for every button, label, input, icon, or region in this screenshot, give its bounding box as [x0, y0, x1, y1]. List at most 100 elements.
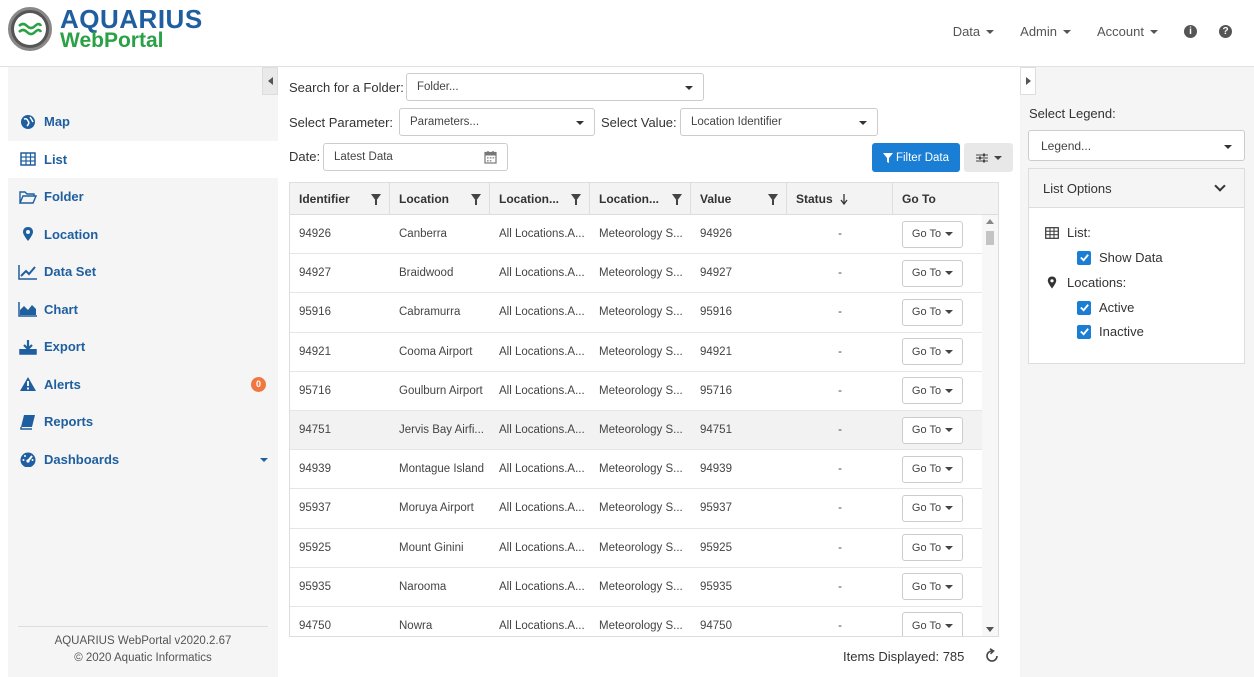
- go-to-button[interactable]: Go To: [902, 298, 963, 326]
- column-header-identifier[interactable]: Identifier: [290, 183, 390, 215]
- cell-identifier: 94751: [299, 424, 331, 437]
- table-row[interactable]: 94926 Canberra All Locations.A... Meteorolo…: [290, 215, 997, 255]
- help-icon[interactable]: ?: [1219, 25, 1232, 38]
- filter-icon[interactable]: [672, 194, 682, 205]
- nav-admin-menu[interactable]: Admin: [1020, 24, 1072, 39]
- cell-status: -: [838, 384, 842, 397]
- show-data-checkbox[interactable]: Show Data: [1077, 250, 1163, 265]
- cell-status: -: [838, 541, 842, 554]
- value-select[interactable]: Location Identifier: [680, 108, 878, 136]
- column-header-value[interactable]: Value: [691, 183, 787, 215]
- locations-option-label: Locations:: [1067, 275, 1127, 290]
- go-to-button[interactable]: Go To: [902, 377, 963, 405]
- parameter-select[interactable]: Parameters...: [399, 108, 595, 136]
- list-options-title: List Options: [1043, 180, 1112, 196]
- filter-icon[interactable]: [768, 194, 778, 205]
- table-row[interactable]: 94927 Braidwood All Locations.A... Meteorol…: [290, 254, 997, 294]
- cell-location-path: All Locations.A...: [499, 463, 585, 476]
- info-icon[interactable]: i: [1184, 25, 1197, 38]
- filter-icon[interactable]: [571, 194, 581, 205]
- cell-value: 94939: [700, 463, 732, 476]
- chevron-down-icon[interactable]: [1214, 180, 1226, 192]
- cell-status: -: [838, 345, 842, 358]
- table-row[interactable]: 94939 Montague Island All Locations.A... Me…: [290, 450, 997, 490]
- caret-down-icon: [859, 121, 867, 125]
- table-row[interactable]: 94750 Nowra All Locations.A... Meteorology …: [290, 607, 997, 636]
- sidebar-item-dashboards[interactable]: Dashboards: [8, 441, 278, 479]
- inactive-checkbox[interactable]: Inactive: [1077, 324, 1144, 339]
- refresh-icon[interactable]: [984, 648, 1000, 664]
- sidebar-item-label: Alerts: [44, 376, 81, 392]
- go-to-button[interactable]: Go To: [902, 259, 963, 287]
- warning-icon: [18, 376, 38, 392]
- go-to-button[interactable]: Go To: [902, 534, 963, 562]
- active-checkbox[interactable]: Active: [1077, 300, 1134, 315]
- sidebar-item-label: Reports: [44, 414, 94, 430]
- chevron-down-icon[interactable]: [260, 457, 268, 462]
- legend-select[interactable]: Legend...: [1028, 130, 1245, 161]
- scroll-thumb[interactable]: [986, 231, 994, 245]
- column-header-location-path[interactable]: Location...: [490, 183, 590, 215]
- table-row[interactable]: 94751 Jervis Bay Airfi... All Locations.A.…: [290, 410, 997, 451]
- go-to-label: Go To: [911, 267, 942, 280]
- folder-icon: [18, 190, 38, 204]
- nav-account-menu[interactable]: Account: [1097, 24, 1158, 39]
- table-row[interactable]: 95916 Cabramurra All Locations.A... Meteoro…: [290, 293, 997, 333]
- go-to-button[interactable]: Go To: [902, 220, 963, 248]
- sidebar-item-location[interactable]: Location: [8, 216, 278, 254]
- filter-icon[interactable]: [371, 194, 381, 205]
- table-row[interactable]: 95935 Narooma All Locations.A... Meteorolog…: [290, 568, 997, 607]
- cell-value: 95925: [700, 541, 732, 554]
- nav-data-menu[interactable]: Data: [953, 24, 995, 39]
- column-options-button[interactable]: [964, 143, 1013, 172]
- column-header-status[interactable]: Status: [787, 183, 893, 215]
- sidebar-item-label: Export: [44, 339, 86, 355]
- sidebar-item-folder[interactable]: Folder: [8, 178, 278, 216]
- cell-identifier: 94750: [299, 619, 331, 632]
- parameter-value: Parameters...: [410, 116, 480, 128]
- go-to-button[interactable]: Go To: [902, 455, 963, 483]
- sidebar-item-chart[interactable]: Chart: [8, 291, 278, 329]
- table-scrollbar[interactable]: [982, 215, 998, 636]
- go-to-label: Go To: [911, 345, 942, 358]
- globe-icon: [18, 114, 38, 130]
- cell-location: Canberra: [399, 228, 447, 241]
- app-logo[interactable]: AQUARIUS WebPortal: [8, 6, 203, 51]
- go-to-button[interactable]: Go To: [902, 494, 963, 522]
- sidebar-item-list[interactable]: List: [8, 140, 278, 178]
- list-options-header[interactable]: List Options: [1029, 169, 1244, 208]
- sidebar-item-label: Map: [44, 114, 70, 130]
- calendar-icon[interactable]: [484, 150, 497, 167]
- sidebar-item-alerts[interactable]: Alerts 0: [8, 366, 278, 404]
- date-picker[interactable]: Latest Data: [323, 143, 508, 171]
- collapse-right-panel-button[interactable]: [1020, 67, 1036, 95]
- folder-search-select[interactable]: Folder...: [406, 73, 704, 101]
- table-row[interactable]: 95937 Moruya Airport All Locations.A... Met…: [290, 489, 997, 529]
- table-row[interactable]: 95716 Goulburn Airport All Locations.A... M…: [290, 372, 997, 411]
- go-to-button[interactable]: Go To: [902, 338, 963, 366]
- table-body: 94926 Canberra All Locations.A... Meteorolo…: [290, 215, 997, 636]
- go-to-button[interactable]: Go To: [902, 573, 963, 601]
- cell-identifier: 95935: [299, 580, 331, 593]
- sliders-icon: [975, 153, 988, 162]
- sidebar-item-map[interactable]: Map: [8, 103, 278, 141]
- sidebar-item-data-set[interactable]: Data Set: [8, 253, 278, 291]
- filter-data-button[interactable]: Filter Data: [872, 143, 960, 172]
- filter-icon[interactable]: [471, 194, 481, 205]
- cell-identifier: 94927: [299, 267, 331, 280]
- column-header-location-folder[interactable]: Location...: [590, 183, 691, 215]
- map-marker-icon: [1047, 276, 1057, 289]
- table-row[interactable]: 95925 Mount Ginini All Locations.A... Meteo…: [290, 529, 997, 568]
- collapse-sidebar-button[interactable]: [262, 67, 278, 95]
- cell-location: Cooma Airport: [399, 345, 473, 358]
- scroll-up-icon[interactable]: [986, 219, 994, 224]
- table-row[interactable]: 94921 Cooma Airport All Locations.A... Mete…: [290, 333, 997, 372]
- scroll-down-icon[interactable]: [986, 627, 994, 632]
- column-header-location[interactable]: Location: [390, 183, 490, 215]
- go-to-button[interactable]: Go To: [902, 416, 963, 444]
- cell-identifier: 94939: [299, 463, 331, 476]
- go-to-button[interactable]: Go To: [902, 612, 963, 636]
- cell-identifier: 95716: [299, 384, 331, 397]
- sidebar-item-export[interactable]: Export: [8, 328, 278, 366]
- sidebar-item-reports[interactable]: Reports: [8, 403, 278, 441]
